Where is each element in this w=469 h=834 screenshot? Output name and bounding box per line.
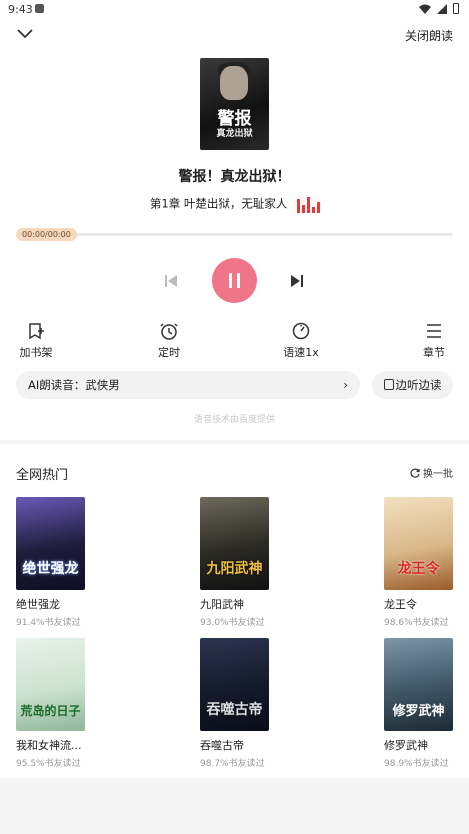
menu-list-icon <box>427 324 441 338</box>
book-cover: 修罗武神 <box>384 638 453 731</box>
bookshelf-add-icon <box>29 323 44 340</box>
powered-by-text: 语音技术由百度提供 <box>193 415 275 425</box>
book-name: 九阳武神 <box>200 598 244 611</box>
book-read-rate: 93.0%书友读过 <box>200 618 265 628</box>
chevron-down-icon[interactable] <box>16 26 34 40</box>
timer-label: 定时 <box>158 346 180 359</box>
refresh-icon <box>410 468 420 478</box>
cover-text: 修罗武神 <box>392 704 445 719</box>
book-read-rate: 98.9%书友读过 <box>384 759 449 769</box>
hot-books-section: 全网热门 换一批 绝世强龙 绝世强龙 91.4%书友读过 九阳武神 九阳武神 9… <box>0 444 469 778</box>
clock-icon <box>160 323 178 340</box>
book-cover: 九阳武神 <box>200 497 269 590</box>
chapters-button[interactable]: 章节 <box>420 322 448 360</box>
section-title: 全网热门 <box>16 468 69 483</box>
timer-button[interactable]: 定时 <box>154 322 184 360</box>
add-shelf-label: 加书架 <box>19 346 53 359</box>
speed-label: 语速1x <box>283 346 319 359</box>
status-time: 9:43 <box>8 3 33 16</box>
book-read-rate: 98.6%书友读过 <box>384 618 449 628</box>
cover-text: 绝世强龙 <box>22 561 79 577</box>
book-read-rate: 91.4%书友读过 <box>16 618 81 628</box>
book-cover: 荒岛的日子 <box>16 638 85 731</box>
close-read-button[interactable]: 关闭朗读 <box>405 27 453 44</box>
notification-icon <box>35 4 44 13</box>
chapter-label: 第1章 叶楚出狱，无耻家人 <box>149 196 288 211</box>
book-title: 警报！真龙出狱！ <box>178 169 291 185</box>
book-icon <box>383 379 394 390</box>
speedometer-icon <box>292 322 310 340</box>
next-chapter-icon[interactable] <box>290 274 304 288</box>
pause-icon <box>229 273 232 288</box>
cover-text: 吞噬古帝 <box>206 702 263 718</box>
signal-icon <box>437 3 447 14</box>
equalizer-icon <box>297 195 320 213</box>
voice-selector[interactable]: AI朗读音：武侠男 › <box>16 371 360 399</box>
book-cover: 龙王令 <box>384 497 453 590</box>
book-name: 吞噬古帝 <box>200 739 244 752</box>
chapter-title: 第1章 叶楚出狱，无耻家人 <box>0 195 469 213</box>
system-icons <box>419 3 459 14</box>
wifi-icon <box>419 4 431 14</box>
player-panel: 9:43 关闭朗读 警报 真龙出狱 警报！真龙出狱！ 第1章 叶楚出狱，无耻家人… <box>0 0 469 440</box>
chevron-right-icon: › <box>343 378 348 392</box>
book-cover: 吞噬古帝 <box>200 638 269 731</box>
refresh-label: 换一批 <box>423 469 453 480</box>
pause-button[interactable] <box>212 258 257 303</box>
progress-bar[interactable] <box>16 233 453 236</box>
book-card[interactable]: 绝世强龙 绝世强龙 91.4%书友读过 <box>16 497 86 628</box>
voice-label: AI朗读音：武侠男 <box>28 378 120 392</box>
listen-label: 边听边读 <box>395 378 442 392</box>
cover-text: 荒岛的日子 <box>20 704 81 718</box>
book-cover: 警报 真龙出狱 <box>200 58 269 150</box>
cover-art-face <box>220 66 248 100</box>
book-card[interactable]: 九阳武神 九阳武神 93.0%书友读过 <box>200 497 270 628</box>
battery-icon <box>453 3 459 14</box>
book-card[interactable]: 荒岛的日子 我和女神流... 95.5%书友读过 <box>16 638 86 769</box>
book-name: 绝世强龙 <box>16 598 60 611</box>
book-read-rate: 98.7%书友读过 <box>200 759 265 769</box>
book-cover: 绝世强龙 <box>16 497 85 590</box>
cover-text: 九阳武神 <box>206 561 263 577</box>
book-name: 龙王令 <box>384 598 417 611</box>
pause-icon-bar <box>237 273 240 288</box>
previous-chapter-icon[interactable] <box>164 274 178 288</box>
cover-text: 龙王令 <box>397 561 440 577</box>
refresh-button[interactable]: 换一批 <box>410 465 453 480</box>
listen-and-read-button[interactable]: 边听边读 <box>372 371 453 399</box>
status-bar: 9:43 <box>0 0 469 20</box>
book-card[interactable]: 吞噬古帝 吞噬古帝 98.7%书友读过 <box>200 638 270 769</box>
book-read-rate: 95.5%书友读过 <box>16 759 81 769</box>
speed-button[interactable]: 语速1x <box>281 322 321 360</box>
progress-time-badge[interactable]: 00:00/00:00 <box>16 228 77 241</box>
book-card[interactable]: 修罗武神 修罗武神 98.9%书友读过 <box>384 638 454 769</box>
add-shelf-button[interactable]: 加书架 <box>18 322 54 360</box>
book-name: 我和女神流... <box>16 739 82 752</box>
book-card[interactable]: 龙王令 龙王令 98.6%书友读过 <box>384 497 454 628</box>
book-name: 修罗武神 <box>384 739 428 752</box>
chapters-label: 章节 <box>423 346 445 359</box>
cover-subtitle: 真龙出狱 <box>216 129 253 139</box>
